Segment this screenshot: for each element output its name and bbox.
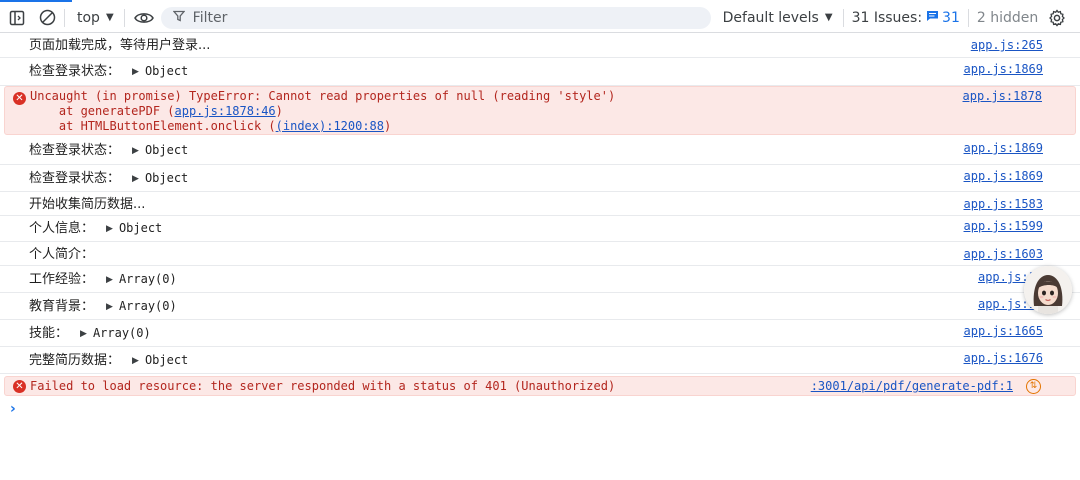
source-link[interactable]: app.js:1676: [964, 351, 1043, 366]
stack-line-text: ): [275, 104, 283, 118]
stack-link[interactable]: (index):1200:88: [276, 119, 384, 133]
assistant-avatar-icon[interactable]: [1024, 266, 1072, 314]
log-message: 个人信息：: [29, 221, 95, 236]
log-message: 技能：: [29, 326, 69, 341]
object-preview[interactable]: Object: [145, 143, 188, 157]
object-preview[interactable]: Array(0): [93, 326, 151, 340]
filter-placeholder: Filter: [192, 9, 228, 26]
log-row: 完整简历数据： ▶ Object app.js:1676: [0, 347, 1080, 374]
levels-label: Default levels: [722, 9, 819, 26]
sidebar-toggle-icon[interactable]: [8, 9, 26, 27]
filter-icon: [172, 10, 186, 26]
error-row: ✕ Failed to load resource: the server re…: [4, 376, 1076, 396]
error-message: Uncaught (in promise) TypeError: Cannot …: [30, 89, 616, 103]
log-row: 开始收集简历数据... app.js:1583: [0, 192, 1080, 216]
log-message: 检查登录状态：: [29, 64, 121, 79]
log-message: 开始收集简历数据...: [29, 197, 146, 212]
log-row: 个人简介： app.js:1603: [0, 242, 1080, 266]
source-link[interactable]: app.js:265: [971, 38, 1043, 53]
log-row: 技能： ▶ Array(0) app.js:1665: [0, 320, 1080, 347]
log-row: 个人信息： ▶ Object app.js:1599: [0, 216, 1080, 242]
object-preview[interactable]: Array(0): [119, 299, 177, 313]
stack-link[interactable]: app.js:1878:46: [175, 104, 276, 118]
log-message: 教育背景：: [29, 299, 95, 314]
eye-icon[interactable]: [133, 9, 155, 27]
context-selector[interactable]: top ▼: [77, 10, 114, 26]
chevron-down-icon: ▼: [105, 12, 114, 23]
object-preview[interactable]: Object: [119, 221, 162, 235]
console-prompt[interactable]: ›: [10, 401, 16, 417]
log-row: 检查登录状态： ▶ Object app.js:1869: [0, 58, 1080, 86]
issues-button[interactable]: 31 Issues: 31: [852, 10, 960, 26]
log-message: 工作经验：: [29, 272, 95, 287]
expand-triangle-icon[interactable]: ▶: [106, 300, 113, 315]
console-toolbar: top ▼ Filter Default levels ▼ 31 Issues:…: [0, 3, 1080, 33]
hidden-count[interactable]: 2 hidden: [977, 10, 1038, 26]
log-message: 个人简介：: [29, 247, 95, 262]
x-circle-icon: ✕: [13, 380, 26, 393]
stack-line-text: ): [384, 119, 392, 133]
issues-label: 31 Issues:: [851, 9, 923, 26]
chevron-down-icon: ▼: [824, 12, 833, 23]
expand-triangle-icon[interactable]: ▶: [132, 144, 139, 159]
object-preview[interactable]: Object: [145, 353, 188, 367]
log-row: 教育背景： ▶ Array(0) app.js:16: [0, 293, 1080, 320]
log-row: 检查登录状态： ▶ Object app.js:1869: [0, 137, 1080, 165]
x-circle-icon: ✕: [13, 92, 26, 105]
log-row: 检查登录状态： ▶ Object app.js:1869: [0, 165, 1080, 192]
error-message: Failed to load resource: the server resp…: [30, 379, 616, 393]
expand-triangle-icon[interactable]: ▶: [132, 354, 139, 369]
filter-input[interactable]: Filter: [160, 6, 711, 29]
log-levels-dropdown[interactable]: Default levels ▼: [723, 10, 833, 26]
network-request-icon[interactable]: ⇅: [1026, 379, 1041, 394]
stack-line-text: at generatePDF (: [30, 104, 175, 118]
source-link[interactable]: app.js:1869: [964, 141, 1043, 156]
log-message: 检查登录状态：: [29, 171, 121, 186]
log-message: 页面加载完成，等待用户登录...: [29, 38, 211, 53]
expand-triangle-icon[interactable]: ▶: [106, 222, 113, 237]
source-link[interactable]: app.js:1665: [964, 324, 1043, 339]
gear-icon[interactable]: [1048, 8, 1066, 27]
error-row: ✕ Uncaught (in promise) TypeError: Canno…: [4, 86, 1076, 135]
expand-triangle-icon[interactable]: ▶: [106, 273, 113, 288]
clear-console-icon[interactable]: [38, 9, 56, 27]
log-row: 页面加载完成，等待用户登录... app.js:265: [0, 33, 1080, 58]
stack-line-text: at HTMLButtonElement.onclick (: [30, 119, 276, 133]
object-preview[interactable]: Object: [145, 171, 188, 185]
issues-count: 31: [942, 9, 960, 26]
log-message: 检查登录状态：: [29, 143, 121, 158]
expand-triangle-icon[interactable]: ▶: [132, 172, 139, 187]
object-preview[interactable]: Object: [145, 64, 188, 78]
source-link[interactable]: app.js:1599: [964, 219, 1043, 234]
log-row: 工作经验： ▶ Array(0) app.js:16: [0, 266, 1080, 293]
source-link[interactable]: :3001/api/pdf/generate-pdf:1: [811, 379, 1013, 394]
source-link[interactable]: app.js:1869: [964, 62, 1043, 77]
log-message: 完整简历数据：: [29, 353, 121, 368]
source-link[interactable]: app.js:1583: [964, 197, 1043, 212]
expand-triangle-icon[interactable]: ▶: [80, 327, 87, 342]
source-link[interactable]: app.js:1878: [963, 89, 1042, 104]
source-link[interactable]: app.js:1603: [964, 247, 1043, 262]
message-icon: [926, 10, 939, 26]
source-link[interactable]: app.js:1869: [964, 169, 1043, 184]
console-log: 页面加载完成，等待用户登录... app.js:265 检查登录状态： ▶ Obje…: [0, 33, 1080, 396]
object-preview[interactable]: Array(0): [119, 272, 177, 286]
context-label: top: [77, 9, 100, 26]
expand-triangle-icon[interactable]: ▶: [132, 65, 139, 80]
